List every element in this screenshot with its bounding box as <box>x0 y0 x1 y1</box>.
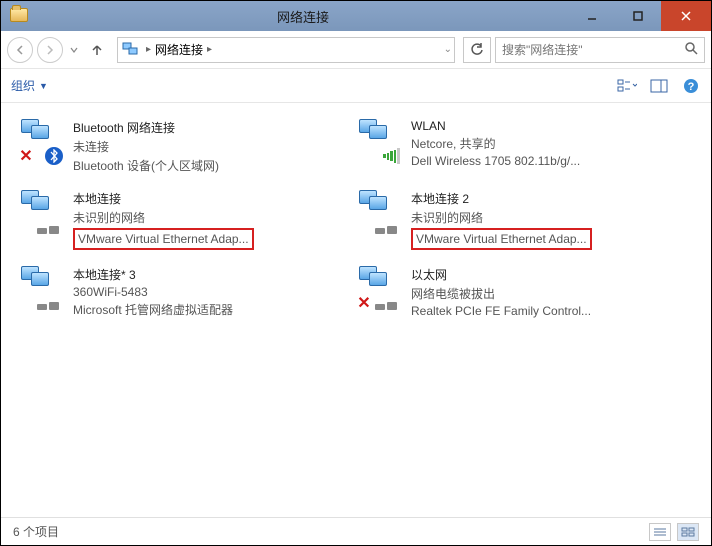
connection-name: Bluetooth 网络连接 <box>73 119 219 136</box>
ethernet-plug-icon <box>375 224 399 236</box>
search-input[interactable] <box>502 43 684 57</box>
connection-status: Netcore, 共享的 <box>411 135 580 152</box>
disconnected-x-icon: ✕ <box>355 294 373 312</box>
address-icon <box>120 42 142 58</box>
disabled-x-icon: ✕ <box>17 147 35 165</box>
connection-item[interactable]: WLAN Netcore, 共享的 Dell Wireless 1705 802… <box>353 113 681 178</box>
view-options-button[interactable] <box>617 76 637 96</box>
maximize-button[interactable] <box>615 1 661 31</box>
breadcrumb-item[interactable]: 网络连接 <box>155 41 203 58</box>
connection-item[interactable]: ✕ Bluetooth 网络连接 未连接 Bluetooth 设备(个人区域网) <box>15 113 343 178</box>
connection-name: WLAN <box>411 119 580 133</box>
device-label: Dell Wireless 1705 802.11b/g/... <box>411 154 580 168</box>
preview-pane-button[interactable] <box>649 76 669 96</box>
wifi-signal-icon <box>383 147 401 165</box>
connection-item[interactable]: 本地连接 未识别的网络 VMware Virtual Ethernet Adap… <box>15 184 343 254</box>
connection-status: 未连接 <box>73 138 219 155</box>
nav-row: ▸ 网络连接 ▸ ⌄ <box>1 31 711 69</box>
ethernet-plug-icon <box>37 224 61 236</box>
toolbar: 组织 ▼ ? <box>1 69 711 103</box>
device-label: Realtek PCIe FE Family Control... <box>411 304 591 318</box>
connection-item[interactable]: ✕ 以太网 网络电缆被拔出 Realtek PCIe FE Family Con… <box>353 260 681 322</box>
organize-dropdown-icon[interactable]: ▼ <box>39 81 48 91</box>
connection-icon <box>355 117 403 165</box>
close-button[interactable] <box>661 1 711 31</box>
device-label: VMware Virtual Ethernet Adap... <box>73 228 254 250</box>
status-bar: 6 个项目 <box>1 517 711 545</box>
forward-button[interactable] <box>37 37 63 63</box>
connection-name: 以太网 <box>411 266 591 283</box>
connection-status: 360WiFi-5483 <box>73 285 233 299</box>
window-icon <box>1 8 37 24</box>
connection-icon <box>17 264 65 312</box>
window-title: 网络连接 <box>37 7 569 26</box>
content-area: ✕ Bluetooth 网络连接 未连接 Bluetooth 设备(个人区域网)… <box>1 103 711 517</box>
bluetooth-icon <box>45 147 63 165</box>
address-bar[interactable]: ▸ 网络连接 ▸ ⌄ <box>117 37 455 63</box>
titlebar: 网络连接 <box>1 1 711 31</box>
connection-name: 本地连接 <box>73 190 254 207</box>
connection-status: 网络电缆被拔出 <box>411 285 591 302</box>
back-button[interactable] <box>7 37 33 63</box>
connection-icon <box>17 188 65 236</box>
connection-icon: ✕ <box>355 264 403 312</box>
connection-name: 本地连接* 3 <box>73 266 233 283</box>
connection-status: 未识别的网络 <box>411 209 592 226</box>
help-button[interactable]: ? <box>681 76 701 96</box>
history-dropdown[interactable] <box>67 46 81 54</box>
breadcrumb-sep-icon: ▸ <box>207 44 212 55</box>
connection-icon: ✕ <box>17 117 65 165</box>
connection-status: 未识别的网络 <box>73 209 254 226</box>
organize-menu[interactable]: 组织 <box>11 77 35 94</box>
device-label: Microsoft 托管网络虚拟适配器 <box>73 303 233 317</box>
up-button[interactable] <box>85 38 109 62</box>
tiles-view-button[interactable] <box>677 523 699 541</box>
breadcrumb-sep-icon: ▸ <box>146 44 151 55</box>
search-icon[interactable] <box>684 41 698 58</box>
window-controls <box>569 1 711 31</box>
search-box[interactable] <box>495 37 705 63</box>
device-label: VMware Virtual Ethernet Adap... <box>411 228 592 250</box>
device-label: Bluetooth 设备(个人区域网) <box>73 159 219 173</box>
ethernet-plug-icon <box>375 300 399 312</box>
connection-item[interactable]: 本地连接 2 未识别的网络 VMware Virtual Ethernet Ad… <box>353 184 681 254</box>
details-view-button[interactable] <box>649 523 671 541</box>
refresh-button[interactable] <box>463 37 491 63</box>
svg-text:?: ? <box>688 81 695 93</box>
address-dropdown-icon[interactable]: ⌄ <box>444 44 452 55</box>
connection-name: 本地连接 2 <box>411 190 592 207</box>
item-count: 6 个项目 <box>13 523 59 540</box>
ethernet-plug-icon <box>37 300 61 312</box>
connection-item[interactable]: 本地连接* 3 360WiFi-5483 Microsoft 托管网络虚拟适配器 <box>15 260 343 322</box>
connection-icon <box>355 188 403 236</box>
minimize-button[interactable] <box>569 1 615 31</box>
